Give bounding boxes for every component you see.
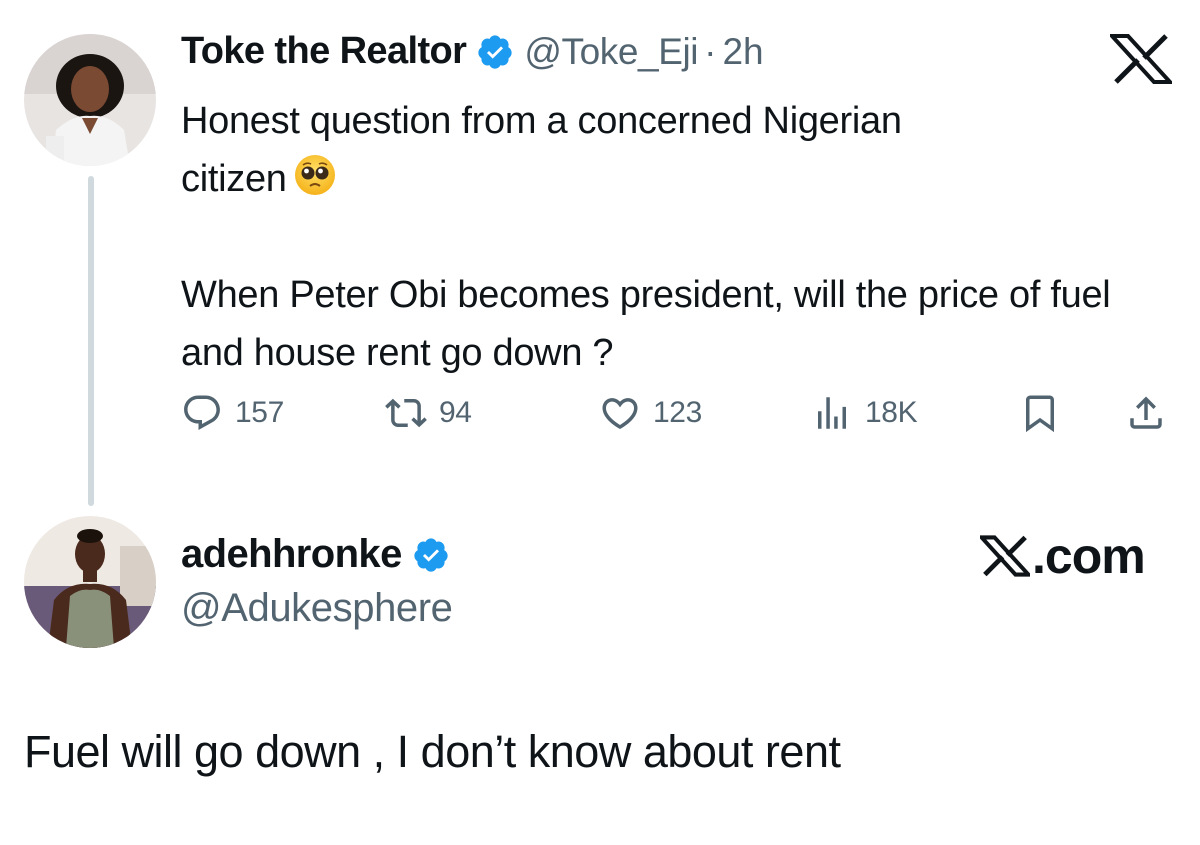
repost-button[interactable]: 94 bbox=[385, 392, 472, 434]
like-button[interactable]: 123 bbox=[599, 392, 702, 434]
x-logo-icon bbox=[1107, 34, 1175, 84]
verified-badge-icon bbox=[412, 536, 450, 574]
views-button[interactable]: 18K bbox=[811, 392, 918, 434]
tweet-actions-bar: 157 94 123 18K bbox=[181, 392, 1171, 448]
reply-author-name[interactable]: adehhronke bbox=[181, 532, 402, 577]
reply-text: Fuel will go down , I don’t know about r… bbox=[24, 726, 841, 777]
reply-button[interactable]: 157 bbox=[181, 392, 284, 434]
like-count: 123 bbox=[653, 396, 702, 429]
x-logo-icon bbox=[980, 535, 1030, 577]
repost-count: 94 bbox=[439, 396, 472, 429]
tweet-time[interactable]: 2h bbox=[722, 31, 763, 73]
x-com-text: .com bbox=[1032, 528, 1146, 584]
share-button[interactable] bbox=[1125, 392, 1179, 434]
tweet-body: Honest question from a concerned Nigeria… bbox=[181, 92, 1181, 382]
reply-icon bbox=[184, 395, 220, 430]
reply-count: 157 bbox=[235, 396, 284, 429]
reply-header: adehhronke bbox=[181, 532, 450, 577]
author-name[interactable]: Toke the Realtor bbox=[181, 30, 467, 73]
views-count: 18K bbox=[865, 396, 918, 429]
meta-separator: · bbox=[704, 30, 717, 72]
tweet-header: Toke the Realtor @Toke_Eji · 2h bbox=[181, 30, 764, 73]
tweet-text-line1: Honest question from a concerned Nigeria… bbox=[181, 100, 902, 142]
tweet-text-paragraph2: When Peter Obi becomes president, will t… bbox=[181, 274, 1111, 374]
bookmark-button[interactable] bbox=[1019, 392, 1073, 434]
verified-badge-icon bbox=[476, 33, 514, 71]
tweet-text-line2: citizen bbox=[181, 158, 287, 200]
avatar-adehhronke[interactable] bbox=[24, 516, 156, 648]
views-chart-icon bbox=[818, 397, 846, 429]
bookmark-icon bbox=[1026, 395, 1054, 433]
thread-connector-line bbox=[88, 176, 94, 506]
reply-author-handle[interactable]: @Adukesphere bbox=[181, 586, 453, 631]
heart-icon bbox=[602, 398, 638, 430]
avatar-toke[interactable] bbox=[24, 34, 156, 166]
repost-icon bbox=[385, 398, 427, 428]
x-com-branding: .com bbox=[980, 527, 1146, 585]
pleading-face-emoji-icon bbox=[293, 153, 337, 197]
share-icon bbox=[1130, 396, 1162, 429]
author-handle[interactable]: @Toke_Eji bbox=[524, 31, 698, 73]
